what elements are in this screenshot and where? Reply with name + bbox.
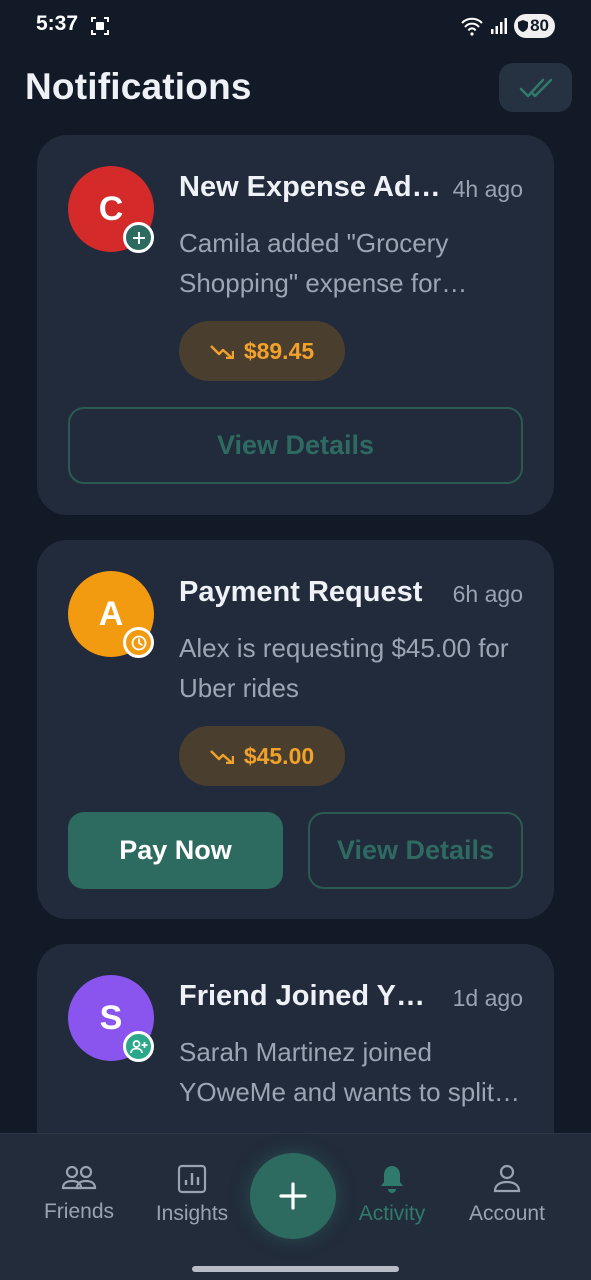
battery-indicator: 80	[514, 14, 555, 38]
notification-title: New Expense Added	[179, 171, 447, 203]
trending-down-icon	[209, 345, 234, 359]
amount-pill: $89.45	[179, 321, 345, 381]
notification-card[interactable]: A Payment Request 6h ago Alex is request…	[37, 540, 554, 919]
amount-value: $89.45	[243, 337, 315, 364]
plus-icon	[279, 1182, 307, 1210]
clock-badge	[123, 627, 154, 658]
nav-label: Activity	[358, 1202, 426, 1225]
screenshot-icon	[91, 17, 109, 35]
signal-icon	[491, 18, 508, 34]
avatar-letter: S	[99, 998, 123, 1037]
view-details-button[interactable]: View Details	[308, 812, 523, 889]
home-indicator	[192, 1266, 399, 1272]
nav-label: Insights	[155, 1202, 229, 1225]
nav-label: Account	[469, 1202, 545, 1225]
plus-badge	[123, 222, 154, 253]
shield-icon	[518, 20, 529, 32]
chart-icon	[177, 1164, 207, 1194]
notification-body: Camila added "Grocery Shopping" expense …	[179, 228, 449, 298]
nav-activity[interactable]: Activity	[337, 1164, 447, 1226]
status-bar: 5:37 80	[0, 0, 591, 54]
nav-insights[interactable]: Insights	[137, 1164, 247, 1226]
trending-down-icon	[209, 750, 234, 764]
nav-label: Friends	[43, 1200, 115, 1223]
amount-pill: $45.00	[179, 726, 345, 786]
notification-title: Payment Request	[179, 576, 423, 608]
pay-now-button[interactable]: Pay Now	[68, 812, 283, 889]
battery-level: 80	[530, 16, 549, 35]
double-check-icon	[519, 78, 552, 97]
people-icon	[61, 1165, 97, 1190]
person-icon	[493, 1164, 521, 1193]
view-details-button[interactable]: View Details	[68, 407, 523, 484]
bottom-nav: Friends Insights Activity Account	[0, 1133, 591, 1280]
status-time: 5:37	[36, 12, 79, 35]
bell-icon	[381, 1166, 403, 1193]
person-add-icon	[129, 1039, 147, 1053]
add-expense-button[interactable]	[250, 1153, 336, 1239]
notification-card[interactable]: C New Expense Added 4h ago Camila added …	[37, 135, 554, 515]
plus-icon	[132, 231, 145, 244]
nav-friends[interactable]: Friends	[24, 1164, 134, 1224]
nav-account[interactable]: Account	[452, 1164, 562, 1226]
status-icons: 80	[460, 14, 555, 38]
notification-time: 1d ago	[452, 985, 523, 1011]
person-add-badge	[123, 1031, 154, 1062]
mark-all-read-button[interactable]	[499, 63, 572, 112]
notification-title: Friend Joined YOweMe	[179, 980, 429, 1012]
amount-value: $45.00	[243, 742, 315, 769]
notification-time: 4h ago	[452, 176, 523, 202]
avatar-letter: A	[98, 594, 124, 633]
notification-body: Alex is requesting $45.00 for Uber rides	[179, 633, 509, 703]
avatar-letter: C	[98, 189, 124, 228]
notification-body: Sarah Martinez joined YOweMe and wants t…	[179, 1037, 495, 1107]
clock-icon	[131, 635, 146, 650]
wifi-icon	[461, 17, 483, 36]
page-title: Notifications	[25, 66, 252, 107]
notification-time: 6h ago	[452, 581, 523, 607]
